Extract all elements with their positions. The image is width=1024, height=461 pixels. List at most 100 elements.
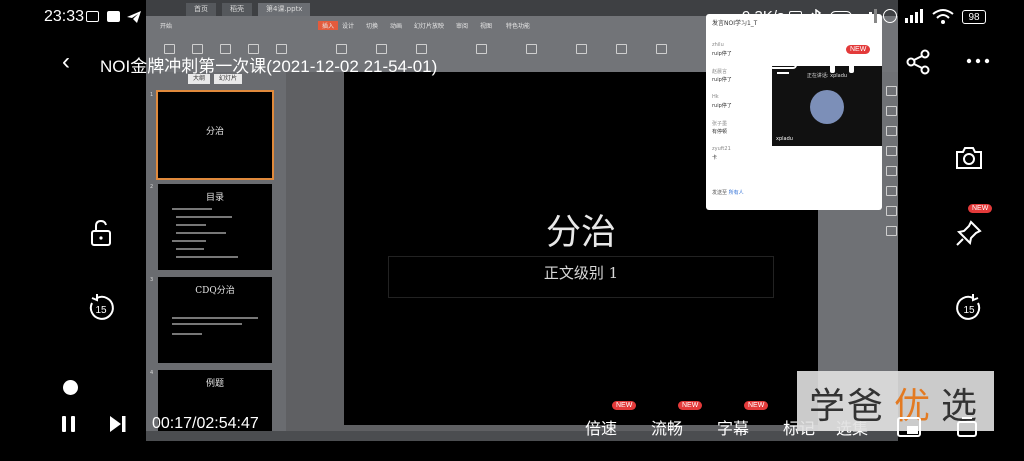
thumb-text-line: [172, 323, 242, 325]
sidebar-icon: [886, 226, 897, 236]
slide-title: 分治: [545, 213, 616, 253]
slide-number: 2: [150, 184, 154, 190]
new-badge: NEW: [846, 45, 871, 54]
toolbar-icon: [526, 44, 537, 54]
chat-message: ruip停了: [712, 51, 732, 57]
ribbon-tab: 插入: [318, 21, 339, 30]
slide-thumbnail[interactable]: 目录: [158, 184, 272, 270]
pip-icon[interactable]: [896, 416, 922, 438]
chat-sender: zyuft21: [712, 146, 731, 152]
next-icon[interactable]: [108, 414, 128, 434]
avatar: [810, 90, 844, 124]
notification-icon: [107, 11, 120, 22]
thumb-title: 目录: [205, 193, 224, 203]
toolbar-icon: [576, 44, 587, 54]
chat-message: 有停顿: [712, 129, 728, 135]
thumb-title: 分治: [205, 127, 224, 137]
new-badge: NEW: [744, 401, 769, 410]
network-speed: 9.3K/s: [742, 8, 785, 25]
thumb-text-line: [176, 248, 204, 250]
tv-cast-icon[interactable]: [768, 47, 798, 75]
pin-icon[interactable]: [952, 216, 986, 250]
sidebar-icon: [886, 206, 897, 216]
ribbon-tab: 审阅: [456, 23, 469, 30]
thumb-text-line: [172, 317, 258, 319]
fullscreen-icon[interactable]: [954, 416, 980, 438]
ribbon-tab: 动画: [390, 23, 403, 30]
toolbar-icon: [656, 44, 667, 54]
chat-recipient-select[interactable]: 所有人: [729, 190, 744, 196]
rewind-15-icon[interactable]: 15: [84, 291, 118, 325]
pause-icon[interactable]: [60, 414, 78, 434]
sidebar-icon: [886, 126, 897, 136]
vpn-icon: [830, 11, 852, 22]
chat-input-row[interactable]: 发送至 所有人: [712, 189, 744, 196]
sidebar-icon: [886, 86, 897, 96]
slide-thumbnail[interactable]: 分治: [156, 90, 274, 180]
unlock-icon[interactable]: [84, 216, 118, 250]
new-badge: NEW: [678, 401, 703, 410]
rewind-seconds: 15: [95, 305, 107, 316]
thumb-text-line: [176, 256, 238, 258]
tab-docer: 稻壳: [222, 3, 252, 16]
chat-panel: 发言NOI学习1_T zhilu ruip停了 赵晨言 ruip停了 Hk ru…: [706, 14, 882, 210]
ribbon-tab: 切换: [366, 23, 379, 30]
subtitle-button[interactable]: 字幕: [717, 415, 749, 439]
forward-15-icon[interactable]: 15: [952, 291, 986, 325]
chat-send-to-label: 发送至: [712, 190, 728, 196]
thumb-text-line: [176, 224, 206, 226]
telegram-icon: [127, 11, 141, 23]
thumb-text-line: [176, 216, 232, 218]
thumb-text-line: [176, 232, 226, 234]
chat-message: 卡: [712, 155, 718, 161]
ribbon-tab: 特色功能: [506, 23, 531, 30]
sidebar-icon: [886, 166, 897, 176]
slide-thumbnail[interactable]: CDQ分治: [158, 277, 272, 363]
video-title: NOI金牌冲刺第一次课(2021-12-02 21-54-01): [100, 57, 438, 76]
toolbar-icon: [616, 44, 627, 54]
ribbon-tab: 幻灯片放映: [414, 23, 445, 30]
more-icon[interactable]: [966, 58, 990, 64]
sidebar-icon: [886, 146, 897, 156]
speed-button[interactable]: 倍速: [585, 415, 617, 439]
thumb-text-line: [172, 240, 206, 242]
chat-message: ruip停了: [712, 77, 732, 83]
notification-icon: [86, 11, 99, 22]
watermark-text: 学爸: [809, 386, 886, 427]
progress-knob[interactable]: [63, 380, 78, 395]
thumb-title: CDQ分治: [195, 286, 235, 296]
slide-number: 1: [150, 92, 154, 98]
thumb-text-line: [172, 333, 202, 335]
thumb-title: 例题: [205, 379, 224, 389]
sidebar-icon: [886, 186, 897, 196]
slide-number: 4: [150, 370, 154, 376]
chat-sender: 张子墨: [712, 121, 728, 127]
back-button[interactable]: ‹: [62, 50, 70, 74]
tab-document: 第4课.pptx: [258, 3, 311, 16]
status-clock: 23:33: [44, 8, 85, 25]
playback-time: 00:17/02:54:47: [152, 415, 259, 432]
quality-button[interactable]: 流畅: [651, 415, 683, 439]
sidebar-icon: [886, 106, 897, 116]
slide-subtitle: 正文级别 1: [543, 264, 619, 282]
signal-icon: [859, 9, 877, 23]
thumb-text-line: [172, 208, 212, 210]
chat-sender: Hk: [712, 94, 719, 100]
bluetooth-icon: [811, 9, 822, 25]
signal-icon: [905, 9, 923, 23]
slide-number: 3: [150, 277, 154, 283]
toolbar-icon: [476, 44, 487, 54]
battery-indicator: 98: [962, 10, 986, 24]
chat-message: ruip停了: [712, 103, 732, 109]
ribbon-tab: 开始: [160, 23, 173, 30]
sim-icon: [789, 11, 802, 22]
speaker-video-tile: 正在讲话: xpladu xpladu: [772, 66, 882, 146]
forward-seconds: 15: [963, 305, 975, 316]
share-icon[interactable]: [905, 49, 931, 75]
wifi-icon: [932, 9, 954, 24]
chat-sender: 赵晨言: [712, 69, 728, 75]
ribbon-tab: 设计: [342, 23, 355, 30]
camera-icon[interactable]: [952, 141, 986, 175]
new-badge: NEW: [968, 204, 993, 213]
r-icon: [883, 9, 897, 23]
